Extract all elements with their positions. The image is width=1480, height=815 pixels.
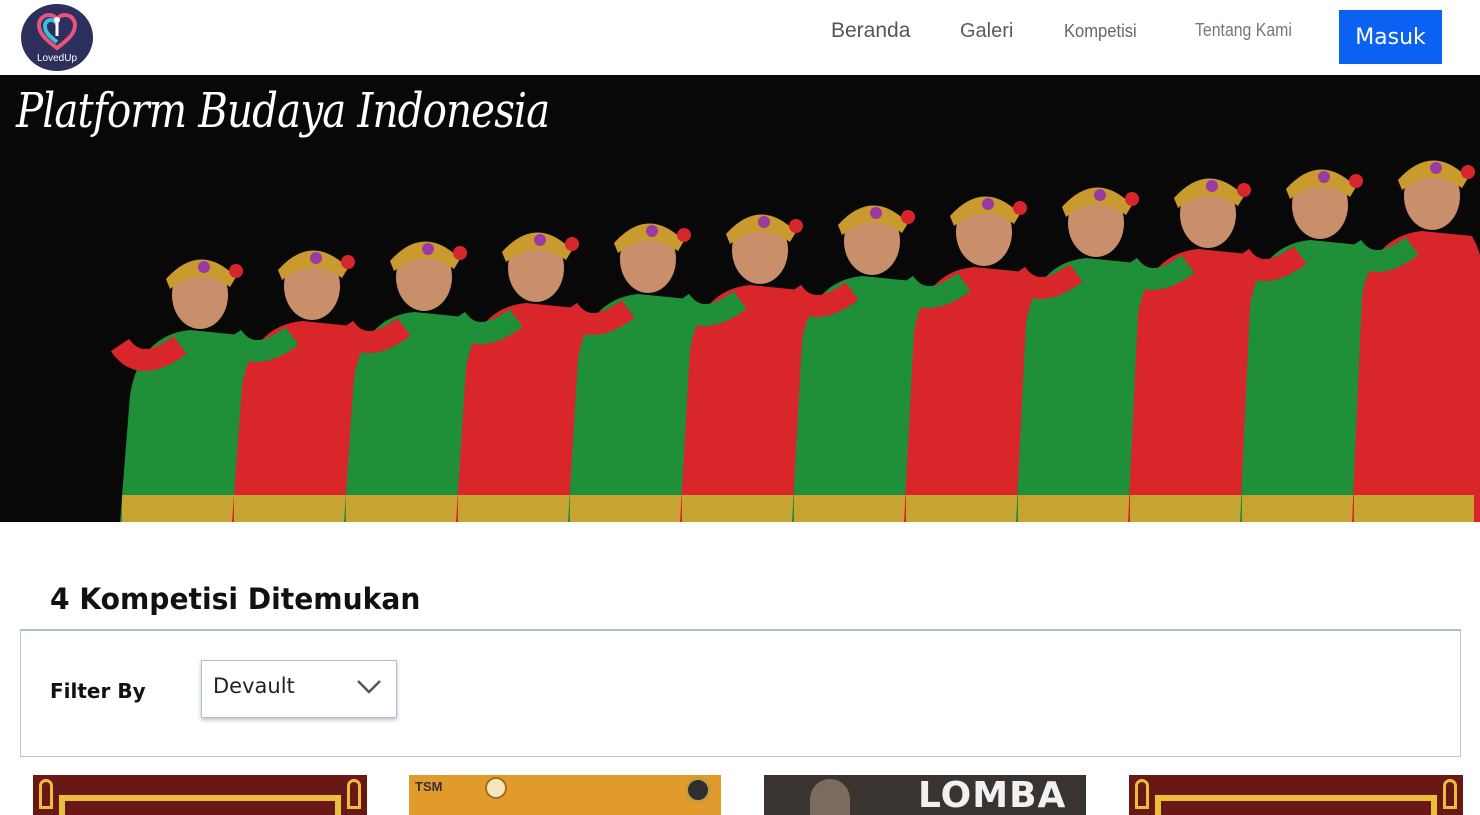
card-title: LOMBA xyxy=(918,775,1067,815)
dancers-hero-image xyxy=(0,75,1480,522)
ornament-icon xyxy=(1135,779,1149,809)
nav-link-tentang-kami[interactable]: Tentang Kami xyxy=(1195,20,1292,48)
competition-card[interactable]: TSM xyxy=(409,775,721,815)
competition-card[interactable] xyxy=(33,775,367,815)
tsm-logo: TSM xyxy=(415,779,443,794)
nav-link-galeri[interactable]: Galeri xyxy=(960,20,1013,48)
nav-link-kompetisi[interactable]: Kompetisi xyxy=(1064,21,1137,49)
chevron-down-icon xyxy=(357,680,381,694)
ornament-icon xyxy=(347,779,361,809)
nav-link-beranda[interactable]: Beranda xyxy=(831,19,910,47)
competition-card[interactable] xyxy=(1129,775,1463,815)
competition-card[interactable]: LOMBA xyxy=(764,775,1086,815)
performer-figure xyxy=(810,779,850,815)
hero-title: Platform Budaya Indonesia xyxy=(16,83,550,139)
emblem-icon xyxy=(685,777,711,803)
filter-select[interactable]: Devault xyxy=(201,660,397,718)
card-frame xyxy=(59,795,341,815)
filter-label: Filter By xyxy=(50,679,146,703)
logo-text: LovedUp xyxy=(36,53,78,64)
heart-logo-icon xyxy=(36,12,78,51)
card-frame xyxy=(1155,795,1437,815)
ornament-icon xyxy=(1443,779,1457,809)
badge-icon xyxy=(485,777,507,799)
hero-banner: Platform Budaya Indonesia xyxy=(0,75,1480,522)
results-heading: 4 Kompetisi Ditemukan xyxy=(50,582,421,616)
login-button[interactable]: Masuk xyxy=(1339,10,1442,64)
ornament-icon xyxy=(39,779,53,809)
filter-selected-value: Devault xyxy=(213,674,295,698)
lovedup-logo[interactable]: LovedUp xyxy=(21,4,93,71)
filter-panel: Filter By Devault xyxy=(20,629,1461,757)
navbar: LovedUp Beranda Galeri Kompetisi Tentang… xyxy=(0,0,1480,75)
